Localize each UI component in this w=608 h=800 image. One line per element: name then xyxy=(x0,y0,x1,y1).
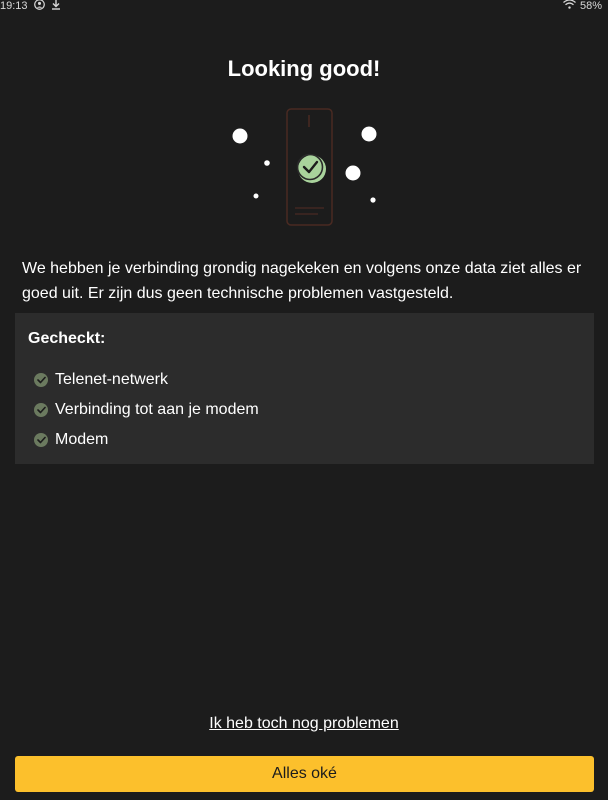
check-icon xyxy=(34,373,48,387)
status-bar-right: 58% xyxy=(563,0,602,12)
check-icon xyxy=(34,433,48,447)
list-item-label: Modem xyxy=(55,431,109,448)
account-circle-icon xyxy=(33,0,45,13)
check-icon xyxy=(34,403,48,417)
success-illustration xyxy=(220,100,390,230)
list-item-label: Telenet-netwerk xyxy=(55,371,168,388)
wifi-icon xyxy=(563,0,576,12)
download-icon xyxy=(51,0,61,13)
list-item-label: Verbinding tot aan je modem xyxy=(55,401,259,418)
still-problems-link[interactable]: Ik heb toch nog problemen xyxy=(0,715,608,733)
checked-title: Gecheckt: xyxy=(28,330,106,347)
checked-panel: Gecheckt: Telenet-netwerk Verbinding tot… xyxy=(15,313,594,464)
checked-list: Telenet-netwerk Verbinding tot aan je mo… xyxy=(34,365,259,455)
list-item: Modem xyxy=(34,425,259,455)
status-bar-left: 19:13 xyxy=(0,0,61,13)
list-item: Verbinding tot aan je modem xyxy=(34,395,259,425)
result-description: We hebben je verbinding grondig nagekeke… xyxy=(22,260,582,302)
status-time: 19:13 xyxy=(0,0,28,12)
status-bar: 19:13 58% xyxy=(0,0,608,14)
all-ok-button[interactable]: Alles oké xyxy=(15,756,594,792)
page-title: Looking good! xyxy=(227,56,381,81)
list-item: Telenet-netwerk xyxy=(34,365,259,395)
modem-icon xyxy=(232,108,377,226)
battery-level: 58% xyxy=(579,0,602,12)
